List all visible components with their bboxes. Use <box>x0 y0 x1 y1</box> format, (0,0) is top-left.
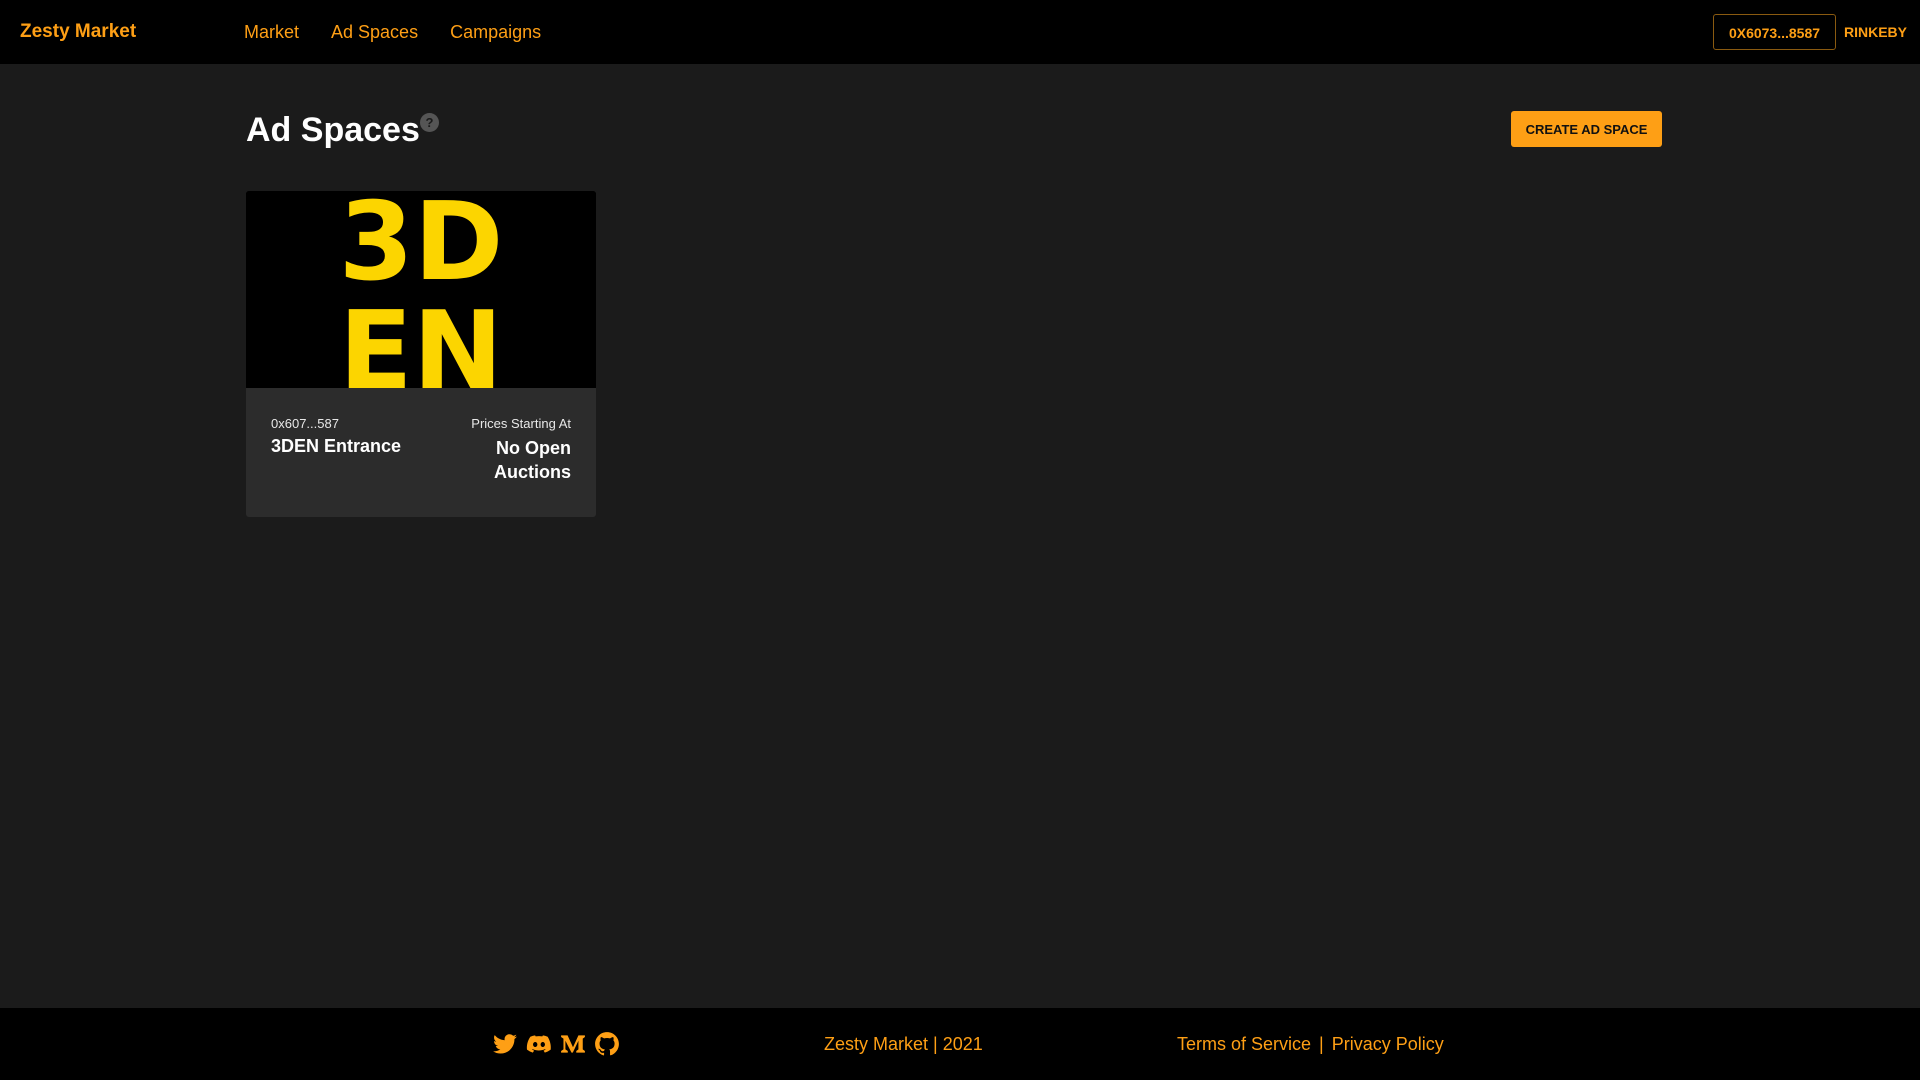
card-price-label: Prices Starting At <box>471 416 571 431</box>
card-title: 3DEN Entrance <box>271 436 402 456</box>
card-price-value: No Open Auctions <box>493 438 571 482</box>
github-icon[interactable] <box>594 1031 620 1057</box>
nav-link-market[interactable]: Market <box>244 22 299 43</box>
footer: Zesty Market | 2021 Terms of Service | Pri… <box>0 1008 1920 1080</box>
logo-line-2: EN <box>339 289 503 388</box>
card-owner-address: 0x607...587 <box>271 416 339 431</box>
page-title: Ad Spaces <box>246 111 420 149</box>
3den-logo-image: 3D EN <box>246 191 596 388</box>
copyright-text: Zesty Market | 2021 <box>824 1034 983 1054</box>
network-label: RINKEBY <box>1844 24 1908 40</box>
logo-line-1: 3D <box>339 191 504 305</box>
ad-space-card[interactable]: 3D EN 0x607...587 3DEN Entrance Prices S… <box>246 191 596 517</box>
discord-icon[interactable] <box>526 1031 552 1057</box>
legal-separator: | <box>1319 1034 1324 1054</box>
brand-logo-link[interactable]: Zesty Market <box>20 0 136 64</box>
help-icon[interactable]: ? <box>420 113 439 132</box>
create-ad-space-button[interactable]: CREATE AD SPACE <box>1511 111 1662 147</box>
main-nav: Market Ad Spaces Campaigns <box>244 0 573 64</box>
top-navbar: Zesty Market Market Ad Spaces Campaigns … <box>0 0 1920 64</box>
twitter-icon[interactable] <box>492 1031 518 1057</box>
social-links <box>492 1008 628 1080</box>
legal-links: Terms of Service | Privacy Policy <box>1177 1008 1444 1080</box>
medium-icon[interactable] <box>560 1031 586 1057</box>
wallet-address-button[interactable]: 0X6073...8587 <box>1713 14 1836 50</box>
nav-link-campaigns[interactable]: Campaigns <box>450 22 541 43</box>
privacy-policy-link[interactable]: Privacy Policy <box>1332 1034 1444 1054</box>
nav-link-ad-spaces[interactable]: Ad Spaces <box>331 22 418 43</box>
terms-of-service-link[interactable]: Terms of Service <box>1177 1034 1311 1054</box>
